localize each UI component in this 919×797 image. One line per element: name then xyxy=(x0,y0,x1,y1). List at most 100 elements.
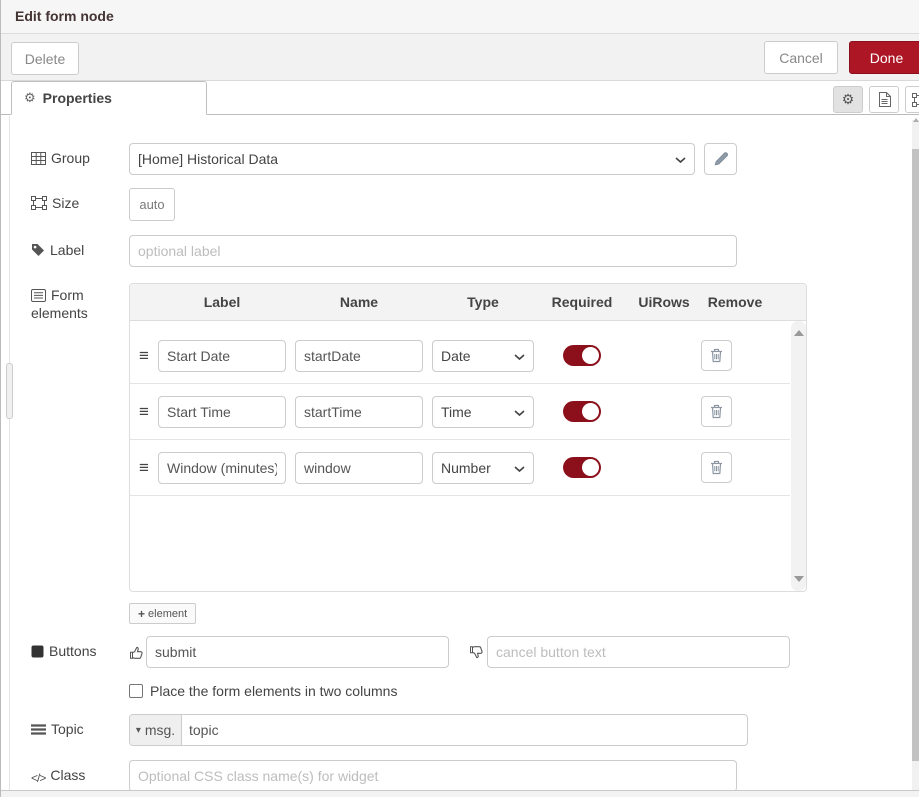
thumbs-down-icon xyxy=(469,645,484,660)
scroll-down-icon[interactable] xyxy=(794,576,804,582)
tab-properties[interactable]: ⚙ Properties xyxy=(11,81,207,115)
chevron-down-icon xyxy=(514,354,525,361)
form-elements-table: Label Name Type Required UiRows Remove ≡… xyxy=(129,283,807,592)
required-toggle[interactable] xyxy=(563,457,601,478)
two-columns-checkbox[interactable] xyxy=(129,684,143,698)
element-name-input[interactable] xyxy=(295,340,423,372)
group-label: Group xyxy=(31,149,123,167)
tag-icon xyxy=(31,243,45,257)
plus-icon: + xyxy=(138,607,145,621)
drag-handle-icon[interactable]: ≡ xyxy=(139,458,158,478)
caret-down-icon: ▾ xyxy=(136,725,141,736)
size-label: Size xyxy=(31,194,123,212)
group-row: [Home] Historical Data xyxy=(129,143,737,175)
element-type-select[interactable]: Number xyxy=(432,452,534,484)
list-scrollbar[interactable] xyxy=(791,321,806,591)
class-label: </>Class xyxy=(31,766,123,787)
chevron-down-icon xyxy=(514,466,525,473)
main-scrollbar[interactable] xyxy=(912,120,919,790)
two-columns-option: Place the form elements in two columns xyxy=(129,683,397,699)
drag-handle-icon[interactable]: ≡ xyxy=(139,346,158,366)
properties-gear-button[interactable]: ⚙ xyxy=(833,86,863,113)
object-group-icon xyxy=(912,93,919,107)
cancel-button-text-input[interactable] xyxy=(487,636,790,668)
cancel-button[interactable]: Cancel xyxy=(764,41,838,74)
remove-element-button[interactable] xyxy=(701,452,732,483)
element-name-input[interactable] xyxy=(295,452,423,484)
required-toggle[interactable] xyxy=(563,345,601,366)
column-header-label: Label xyxy=(158,294,286,310)
topic-type-button[interactable]: ▾ msg. xyxy=(130,715,182,745)
label-field-label: Label xyxy=(31,241,123,259)
done-button[interactable]: Done xyxy=(849,41,919,74)
square-icon xyxy=(31,645,44,658)
drag-handle-icon[interactable]: ≡ xyxy=(139,402,158,422)
required-toggle[interactable] xyxy=(563,401,601,422)
thumbs-up-icon xyxy=(129,645,144,660)
element-type-select[interactable]: Date xyxy=(432,340,534,372)
pencil-icon xyxy=(714,152,728,166)
element-type-select[interactable]: Time xyxy=(432,396,534,428)
two-columns-label: Place the form elements in two columns xyxy=(150,683,397,699)
object-group-icon xyxy=(31,196,47,210)
list-alt-icon xyxy=(31,289,46,302)
trash-icon xyxy=(710,460,723,475)
chevron-down-icon xyxy=(675,157,686,164)
column-header-required: Required xyxy=(534,294,630,310)
dialog-toolbar: Delete Cancel Done xyxy=(1,34,919,81)
add-element-button[interactable]: + element xyxy=(129,603,196,624)
element-label-input[interactable] xyxy=(158,452,286,484)
appearance-button[interactable] xyxy=(905,86,919,113)
submit-button-text-input[interactable] xyxy=(146,636,449,668)
topic-label: Topic xyxy=(31,720,123,738)
group-select-value: [Home] Historical Data xyxy=(138,151,278,167)
chevron-down-icon xyxy=(514,410,525,417)
scroll-up-icon[interactable] xyxy=(794,330,804,336)
edit-group-button[interactable] xyxy=(704,143,737,175)
topic-typed-input[interactable]: ▾ msg. topic xyxy=(129,714,748,746)
scroll-up-icon[interactable] xyxy=(913,118,919,122)
form-element-row: ≡ Date xyxy=(130,328,790,384)
description-button[interactable] xyxy=(869,86,899,113)
edit-form-node-dialog: Edit form node Delete Cancel Done ⚙ Prop… xyxy=(0,0,919,797)
delete-button[interactable]: Delete xyxy=(11,42,79,75)
tab-bar: ⚙ Properties ⚙ xyxy=(1,81,919,115)
buttons-label: Buttons xyxy=(31,642,123,660)
form-elements-label: Form elements xyxy=(31,286,123,322)
code-icon: </> xyxy=(31,769,45,787)
form-element-row: ≡ Number xyxy=(130,440,790,496)
buttons-row xyxy=(129,636,790,668)
list-lines-icon xyxy=(31,724,46,736)
element-name-input[interactable] xyxy=(295,396,423,428)
topic-type-label: msg. xyxy=(145,722,175,738)
group-select[interactable]: [Home] Historical Data xyxy=(129,143,695,175)
label-input[interactable] xyxy=(129,235,737,267)
element-label-input[interactable] xyxy=(158,340,286,372)
tab-properties-label: Properties xyxy=(43,90,112,106)
document-icon xyxy=(878,92,891,107)
column-header-remove: Remove xyxy=(698,294,772,310)
column-header-type: Type xyxy=(432,294,534,310)
gear-icon: ⚙ xyxy=(842,91,855,108)
form-element-row: ≡ Time xyxy=(130,384,790,440)
tray-left-border xyxy=(9,116,10,790)
column-header-name: Name xyxy=(295,294,423,310)
remove-element-button[interactable] xyxy=(701,340,732,371)
dialog-header: Edit form node xyxy=(1,0,919,34)
size-button[interactable]: auto xyxy=(129,188,175,221)
topic-value: topic xyxy=(182,722,219,738)
tray-resize-handle[interactable] xyxy=(6,363,13,419)
tab-toolbar: ⚙ xyxy=(833,86,919,113)
dialog-body: Group [Home] Historical Data Size auto xyxy=(1,116,919,790)
remove-element-button[interactable] xyxy=(701,396,732,427)
column-header-uirows: UiRows xyxy=(630,294,698,310)
trash-icon xyxy=(710,404,723,419)
form-elements-list: ≡ Date ≡ xyxy=(130,321,806,591)
trash-icon xyxy=(710,348,723,363)
main-scrollbar-thumb[interactable] xyxy=(912,149,919,761)
form-elements-header: Label Name Type Required UiRows Remove xyxy=(130,284,806,321)
element-label-input[interactable] xyxy=(158,396,286,428)
dialog-title: Edit form node xyxy=(15,8,114,24)
class-input[interactable] xyxy=(129,760,737,792)
gear-icon: ⚙ xyxy=(24,90,36,106)
